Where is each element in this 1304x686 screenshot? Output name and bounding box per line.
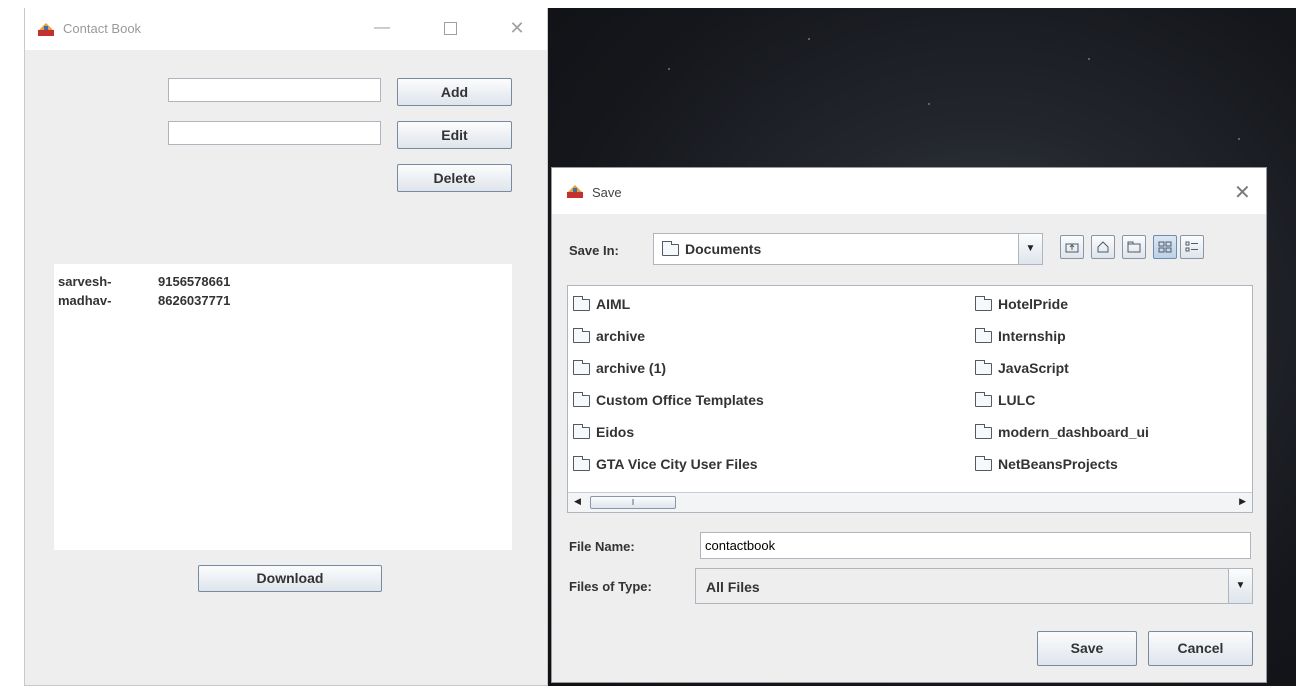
maximize-button[interactable] xyxy=(440,18,460,38)
star xyxy=(1088,58,1090,60)
folder-name: archive xyxy=(596,328,646,344)
up-one-level-icon[interactable] xyxy=(1060,235,1084,259)
folder-item[interactable]: LULC xyxy=(975,392,1035,408)
folder-name: modern_dashboard_ui xyxy=(998,424,1149,440)
scroll-thumb[interactable]: ǁ xyxy=(590,496,676,509)
add-button[interactable]: Add xyxy=(397,78,512,106)
folder-name: NetBeansProjects xyxy=(998,456,1118,472)
files-of-type-value: All Files xyxy=(706,579,760,595)
maximize-icon xyxy=(443,22,457,35)
folder-item[interactable]: archive (1) xyxy=(573,360,666,376)
folder-icon xyxy=(975,360,992,376)
home-icon[interactable] xyxy=(1091,235,1115,259)
dialog-title: Save xyxy=(592,185,622,200)
folder-name: Internship xyxy=(998,328,1066,344)
folder-name: GTA Vice City User Files xyxy=(596,456,758,472)
folder-icon xyxy=(662,241,679,257)
window-title: Contact Book xyxy=(63,21,142,36)
list-item[interactable]: sarvesh- 9156578661 xyxy=(58,274,230,289)
folder-name: HotelPride xyxy=(998,296,1069,312)
scroll-left-icon[interactable]: ◀ xyxy=(574,496,581,507)
close-button[interactable]: ✕ xyxy=(1234,180,1251,205)
contact-book-window: Contact Book — ✕ Add Edit Delete sarvesh… xyxy=(24,8,548,686)
details-list-icon xyxy=(1185,241,1198,252)
save-in-value: Documents xyxy=(685,241,762,257)
folder-item[interactable]: HotelPride xyxy=(975,296,1068,312)
delete-button[interactable]: Delete xyxy=(397,164,512,192)
file-name-input[interactable] xyxy=(700,532,1251,559)
download-button[interactable]: Download xyxy=(198,565,382,592)
folder-item[interactable]: AIML xyxy=(573,296,630,312)
name-input[interactable] xyxy=(168,78,381,102)
folder-item[interactable]: Internship xyxy=(975,328,1066,344)
scroll-right-icon[interactable]: ▶ xyxy=(1239,496,1246,507)
save-dialog-titlebar[interactable]: Save ✕ xyxy=(552,168,1266,214)
save-button[interactable]: Save xyxy=(1037,631,1137,666)
contact-number: 9156578661 xyxy=(158,274,231,289)
edit-button[interactable]: Edit xyxy=(397,121,512,149)
star xyxy=(1238,138,1240,140)
file-name-label: File Name: xyxy=(569,539,635,554)
folder-name: JavaScript xyxy=(998,360,1069,376)
folder-icon xyxy=(975,296,992,312)
folder-name: Eidos xyxy=(596,424,635,440)
number-input[interactable] xyxy=(168,121,381,145)
minimize-button[interactable]: — xyxy=(372,18,392,38)
folder-name: archive (1) xyxy=(596,360,667,376)
details-view-icon[interactable] xyxy=(1180,235,1204,259)
folder-icon xyxy=(573,392,590,408)
folder-item[interactable]: JavaScript xyxy=(975,360,1069,376)
save-in-label: Save In: xyxy=(569,243,619,258)
folder-icon xyxy=(573,456,590,472)
save-in-selection: Documents xyxy=(662,241,761,257)
chevron-down-icon[interactable]: ▼ xyxy=(1228,569,1252,603)
contact-name: madhav- xyxy=(58,293,112,308)
folder-icon xyxy=(573,424,590,440)
folder-icon xyxy=(573,328,590,344)
save-dialog: Save ✕ Save In: Documents ▼ AIML archive… xyxy=(551,167,1267,683)
folder-name: AIML xyxy=(596,296,631,312)
house-icon xyxy=(1097,241,1109,253)
folder-icon xyxy=(975,424,992,440)
folder-item[interactable]: NetBeansProjects xyxy=(975,456,1118,472)
close-button[interactable]: ✕ xyxy=(507,18,527,38)
folder-name: LULC xyxy=(998,392,1036,408)
folder-icon xyxy=(975,456,992,472)
folder-icon xyxy=(573,296,590,312)
folder-icon xyxy=(975,392,992,408)
java-cup-icon xyxy=(567,185,583,198)
new-folder-icon[interactable] xyxy=(1122,235,1146,259)
folder-plus-icon xyxy=(1127,241,1141,253)
folder-item[interactable]: Eidos xyxy=(573,424,634,440)
folder-item[interactable]: modern_dashboard_ui xyxy=(975,424,1149,440)
list-item[interactable]: madhav- 8626037771 xyxy=(58,293,230,308)
contact-number: 8626037771 xyxy=(158,293,231,308)
up-arrow-folder-icon xyxy=(1065,243,1079,253)
folder-icon xyxy=(975,328,992,344)
save-in-combo[interactable]: Documents ▼ xyxy=(653,233,1043,265)
star xyxy=(808,38,810,40)
folder-item[interactable]: archive xyxy=(573,328,645,344)
chevron-down-icon[interactable]: ▼ xyxy=(1018,234,1042,264)
contact-list[interactable]: sarvesh- 9156578661 madhav- 8626037771 xyxy=(54,264,512,550)
folder-icon xyxy=(573,360,590,376)
horizontal-scrollbar[interactable]: ◀ ǁ ▶ xyxy=(568,492,1252,512)
grid-icon xyxy=(1158,241,1172,253)
cancel-button[interactable]: Cancel xyxy=(1148,631,1253,666)
folder-item[interactable]: Custom Office Templates xyxy=(573,392,764,408)
star xyxy=(668,68,670,70)
list-view-icon[interactable] xyxy=(1153,235,1177,259)
files-of-type-label: Files of Type: xyxy=(569,579,652,594)
java-cup-icon xyxy=(38,23,54,36)
folder-name: Custom Office Templates xyxy=(596,392,764,408)
contact-name: sarvesh- xyxy=(58,274,112,289)
folder-item[interactable]: GTA Vice City User Files xyxy=(573,456,758,472)
star xyxy=(928,103,930,105)
files-of-type-combo[interactable]: All Files ▼ xyxy=(695,568,1253,604)
contact-book-titlebar[interactable]: Contact Book — ✕ xyxy=(25,8,547,50)
file-list-pane[interactable]: AIML archive archive (1) Custom Office T… xyxy=(567,285,1253,513)
